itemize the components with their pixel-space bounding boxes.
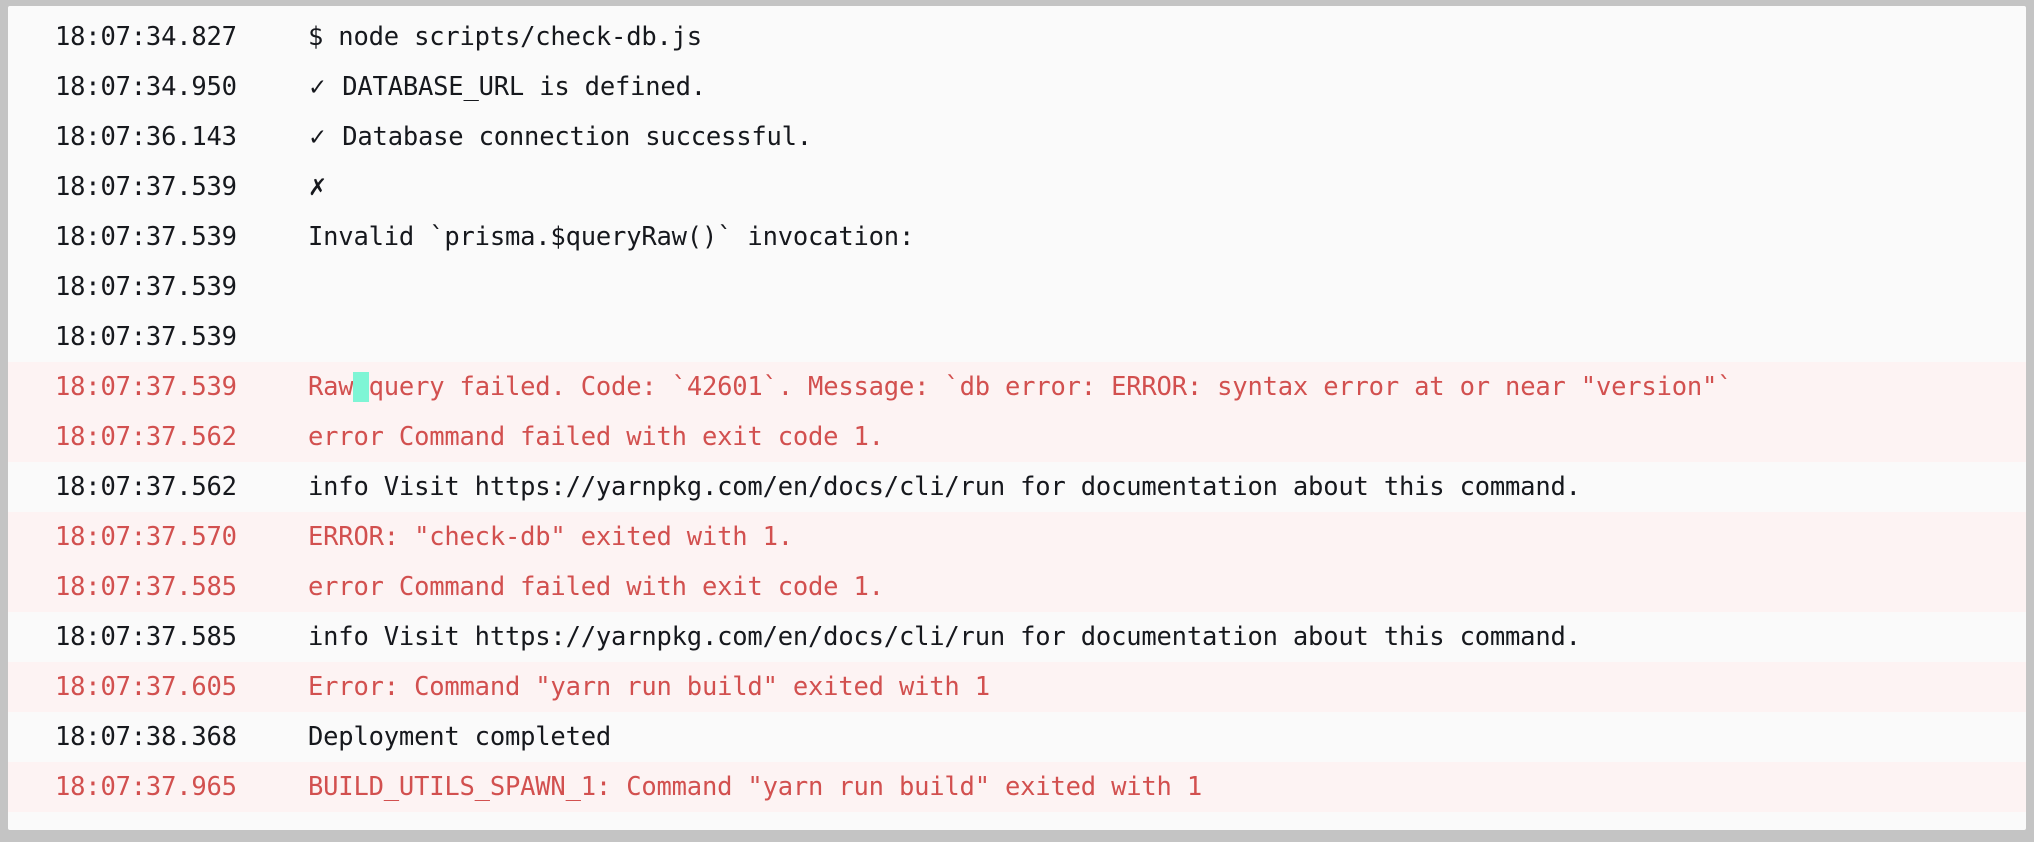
log-message-text: BUILD_UTILS_SPAWN_1: Command "yarn run b… xyxy=(308,772,1202,802)
log-line[interactable]: 18:07:37.585 info Visit https://yarnpkg.c… xyxy=(8,612,2026,662)
log-message: Invalid `prisma.$queryRaw()` invocation: xyxy=(308,212,2026,262)
log-message-text: ERROR: "check-db" exited with 1. xyxy=(308,522,793,552)
log-message-text: error Command failed with exit code 1. xyxy=(308,422,884,452)
log-timestamp: 18:07:36.143 xyxy=(55,122,237,152)
log-line[interactable]: 18:07:37.539 ✗ xyxy=(8,162,2026,212)
log-line[interactable]: 18:07:34.950 ✓ DATABASE_URL is defined. xyxy=(8,62,2026,112)
log-message-text: info Visit https://yarnpkg.com/en/docs/c… xyxy=(308,472,1581,502)
log-message-text: Invalid `prisma.$queryRaw()` invocation: xyxy=(308,222,915,252)
log-timestamp: 18:07:37.965 xyxy=(55,772,237,802)
log-message-text: error Command failed with exit code 1. xyxy=(308,572,884,602)
log-message-text: $ node scripts/check-db.js xyxy=(308,22,702,52)
log-timestamp: 18:07:37.605 xyxy=(55,672,237,702)
log-message-text: info Visit https://yarnpkg.com/en/docs/c… xyxy=(308,622,1581,652)
log-message: ✓ DATABASE_URL is defined. xyxy=(308,62,2026,113)
log-message: error Command failed with exit code 1. xyxy=(308,412,2026,462)
log-message-text-continued: query failed. Code: `42601`. Message: `d… xyxy=(368,372,1733,402)
log-line[interactable]: 18:07:37.585 error Command failed with ex… xyxy=(8,562,2026,612)
text-selection-highlight[interactable] xyxy=(353,372,369,402)
log-message: error Command failed with exit code 1. xyxy=(308,562,2026,612)
log-line[interactable]: 18:07:37.539 xyxy=(8,312,2026,362)
log-message: ✓ Database connection successful. xyxy=(308,112,2026,163)
log-message: Raw query failed. Code: `42601`. Message… xyxy=(308,362,2026,412)
log-timestamp: 18:07:37.570 xyxy=(55,522,237,552)
log-line[interactable]: 18:07:37.570 ERROR: "check-db" exited wit… xyxy=(8,512,2026,562)
log-timestamp: 18:07:34.827 xyxy=(55,22,237,52)
log-message: Error: Command "yarn run build" exited w… xyxy=(308,662,2026,712)
log-line[interactable]: 18:07:36.143 ✓ Database connection succes… xyxy=(8,112,2026,162)
log-line[interactable]: 18:07:37.605 Error: Command "yarn run bui… xyxy=(8,662,2026,712)
log-timestamp: 18:07:37.539 xyxy=(55,372,237,402)
log-line[interactable]: 18:07:37.562 error Command failed with ex… xyxy=(8,412,2026,462)
deployment-build-log[interactable]: 18:07:34.827 $ node scripts/check-db.js 18… xyxy=(8,6,2026,830)
log-line[interactable]: 18:07:34.827 $ node scripts/check-db.js xyxy=(8,12,2026,62)
log-line[interactable]: 18:07:37.965 BUILD_UTILS_SPAWN_1: Command… xyxy=(8,762,2026,812)
log-timestamp: 18:07:38.368 xyxy=(55,722,237,752)
log-timestamp: 18:07:37.539 xyxy=(55,322,237,352)
log-message: info Visit https://yarnpkg.com/en/docs/c… xyxy=(308,462,2026,512)
cross-icon: ✗ xyxy=(308,175,328,201)
log-message: info Visit https://yarnpkg.com/en/docs/c… xyxy=(308,612,2026,662)
check-icon: ✓ xyxy=(308,125,328,151)
log-line[interactable]: 18:07:37.539 Invalid `prisma.$queryRaw()`… xyxy=(8,212,2026,262)
check-icon: ✓ xyxy=(308,75,328,101)
log-message: BUILD_UTILS_SPAWN_1: Command "yarn run b… xyxy=(308,762,2026,812)
log-message: ✗ xyxy=(308,162,2026,213)
log-timestamp: 18:07:37.539 xyxy=(55,172,237,202)
log-message-text: Error: Command "yarn run build" exited w… xyxy=(308,672,990,702)
log-timestamp: 18:07:37.585 xyxy=(55,572,237,602)
log-message-text: Raw xyxy=(308,372,354,402)
log-timestamp: 18:07:37.585 xyxy=(55,622,237,652)
log-message-text: Database connection successful. xyxy=(342,122,812,152)
log-message-text: Deployment completed xyxy=(308,722,612,752)
log-timestamp: 18:07:34.950 xyxy=(55,72,237,102)
log-timestamp: 18:07:37.539 xyxy=(55,222,237,252)
log-message: $ node scripts/check-db.js xyxy=(308,12,2026,62)
log-message: ERROR: "check-db" exited with 1. xyxy=(308,512,2026,562)
log-line[interactable]: 18:07:37.539 xyxy=(8,262,2026,312)
log-viewer-frame: 18:07:34.827 $ node scripts/check-db.js 18… xyxy=(0,0,2034,842)
log-message-text: DATABASE_URL is defined. xyxy=(342,72,706,102)
log-timestamp: 18:07:37.539 xyxy=(55,272,237,302)
log-timestamp: 18:07:37.562 xyxy=(55,472,237,502)
log-line[interactable]: 18:07:37.539 Raw query failed. Code: `426… xyxy=(8,362,2026,412)
log-timestamp: 18:07:37.562 xyxy=(55,422,237,452)
log-line[interactable]: 18:07:37.562 info Visit https://yarnpkg.c… xyxy=(8,462,2026,512)
log-line[interactable]: 18:07:38.368 Deployment completed xyxy=(8,712,2026,762)
log-message: Deployment completed xyxy=(308,712,2026,762)
